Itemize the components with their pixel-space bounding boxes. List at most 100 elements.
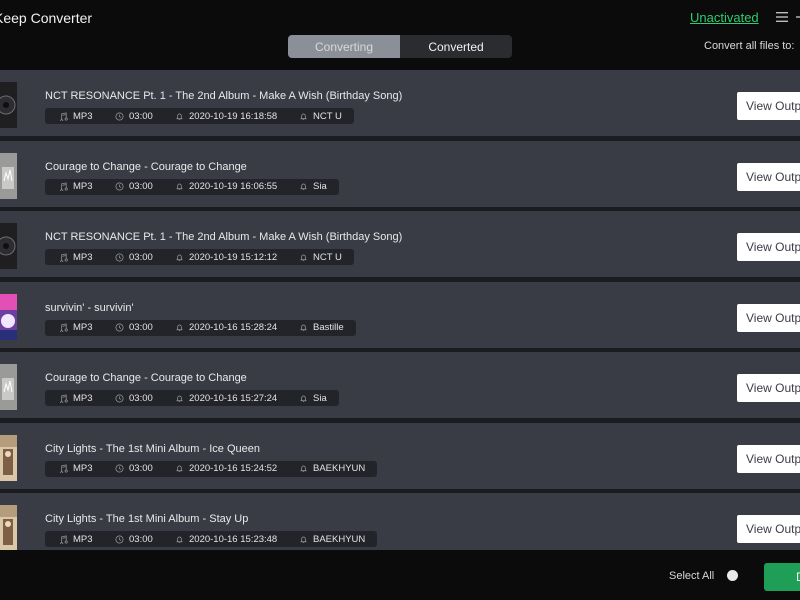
bell-icon [176, 254, 183, 261]
track-meta: MP3 03:00 2020-10-16 15:23:48 BAEKHYUN [45, 531, 378, 547]
music-note-icon [60, 393, 68, 403]
clock-icon [115, 253, 124, 261]
select-all-radio[interactable] [727, 570, 738, 581]
clock-icon [115, 535, 124, 543]
app-title: Keep Converter [0, 10, 93, 26]
view-output-button[interactable]: View Output [737, 303, 800, 332]
header: Keep Converter Unactivated Converting Co… [0, 0, 800, 66]
bell-icon [300, 113, 307, 120]
bell-icon [176, 113, 183, 120]
bell-icon [300, 536, 307, 543]
clock-icon [115, 182, 124, 191]
footer: Select All Delete [0, 550, 800, 600]
bell-icon [176, 465, 183, 472]
track-meta: MP3 03:00 2020-10-19 16:18:58 NCT U [45, 108, 354, 124]
clock-icon [115, 112, 124, 120]
list-item: City Lights - The 1st Mini Album - Ice Q… [0, 422, 800, 489]
minimize-icon[interactable] [796, 10, 800, 24]
duration-label: 03:00 [129, 181, 153, 192]
music-note-icon [60, 182, 68, 191]
duration-label: 03:00 [129, 322, 153, 333]
select-all-label: Select All [669, 570, 715, 582]
music-note-icon [60, 464, 68, 473]
tab-converted[interactable]: Converted [400, 35, 512, 58]
duration-label: 03:00 [129, 110, 153, 122]
clock-icon [115, 464, 124, 473]
view-output-button[interactable]: View Output [737, 374, 800, 402]
format-label: MP3 [73, 322, 93, 333]
view-output-button[interactable]: View Output [737, 162, 800, 191]
clock-icon [115, 394, 124, 402]
unactivated-link[interactable]: Unactivated [690, 10, 759, 25]
track-title: NCT RESONANCE Pt. 1 - The 2nd Album - Ma… [45, 231, 403, 243]
duration-label: 03:00 [129, 251, 153, 263]
delete-button[interactable]: Delete [764, 563, 800, 591]
view-output-button[interactable]: View Output [737, 444, 800, 473]
album-art [0, 152, 17, 199]
artist-label: NCT U [313, 251, 342, 263]
view-output-button[interactable]: View Output [737, 515, 800, 543]
album-art [0, 293, 17, 340]
format-label: MP3 [73, 533, 93, 545]
track-title: City Lights - The 1st Mini Album - Stay … [45, 513, 249, 525]
album-art [0, 223, 17, 269]
artist-label: Sia [313, 392, 327, 404]
converted-list[interactable]: NCT RESONANCE Pt. 1 - The 2nd Album - Ma… [0, 70, 800, 550]
track-meta: MP3 03:00 2020-10-16 15:28:24 Bastille [45, 319, 356, 336]
format-label: MP3 [73, 251, 93, 263]
date-label: 2020-10-16 15:27:24 [189, 392, 278, 404]
bell-icon [176, 536, 183, 543]
artist-label: Sia [313, 181, 327, 192]
view-output-button[interactable]: View Output [737, 233, 800, 261]
format-label: MP3 [73, 392, 93, 404]
bell-icon [300, 465, 307, 472]
view-output-button[interactable]: View Output [737, 92, 800, 120]
track-title: Courage to Change - Courage to Change [45, 372, 247, 384]
date-label: 2020-10-19 16:06:55 [189, 181, 278, 192]
track-title: NCT RESONANCE Pt. 1 - The 2nd Album - Ma… [45, 90, 403, 102]
list-item: Courage to Change - Courage to Change MP… [0, 352, 800, 418]
duration-label: 03:00 [129, 463, 153, 474]
date-label: 2020-10-16 15:24:52 [189, 463, 278, 474]
duration-label: 03:00 [129, 533, 153, 545]
track-meta: MP3 03:00 2020-10-19 15:12:12 NCT U [45, 249, 354, 265]
date-label: 2020-10-19 16:18:58 [189, 110, 278, 122]
duration-label: 03:00 [129, 392, 153, 404]
album-art [0, 505, 17, 550]
convert-all-label: Convert all files to: [704, 40, 795, 52]
bell-icon [176, 183, 183, 190]
bell-icon [300, 395, 307, 402]
hamburger-menu-icon[interactable] [775, 10, 789, 24]
bell-icon [300, 324, 307, 331]
artist-label: Bastille [313, 322, 344, 333]
list-item: NCT RESONANCE Pt. 1 - The 2nd Album - Ma… [0, 70, 800, 136]
music-note-icon [60, 252, 68, 262]
bell-icon [176, 395, 183, 402]
clock-icon [115, 323, 124, 332]
tab-converting[interactable]: Converting [288, 35, 400, 58]
date-label: 2020-10-16 15:28:24 [189, 322, 278, 333]
list-item: City Lights - The 1st Mini Album - Stay … [0, 493, 800, 550]
app-window: Keep Converter Unactivated Converting Co… [0, 0, 800, 600]
album-art [0, 82, 17, 128]
tab-bar: Converting Converted [288, 35, 512, 58]
bell-icon [176, 324, 183, 331]
track-title: survivin' - survivin' [45, 301, 134, 314]
track-title: Courage to Change - Courage to Change [45, 160, 247, 173]
format-label: MP3 [73, 110, 93, 122]
artist-label: NCT U [313, 110, 342, 122]
list-item: Courage to Change - Courage to Change MP… [0, 140, 800, 207]
date-label: 2020-10-16 15:23:48 [189, 533, 278, 545]
format-label: MP3 [73, 463, 93, 474]
list-item: NCT RESONANCE Pt. 1 - The 2nd Album - Ma… [0, 211, 800, 277]
list-item: survivin' - survivin' MP3 03:00 2020-10-… [0, 281, 800, 348]
music-note-icon [60, 111, 68, 121]
format-label: MP3 [73, 181, 93, 192]
music-note-icon [60, 323, 68, 332]
track-meta: MP3 03:00 2020-10-16 15:24:52 BAEKHYUN [45, 460, 378, 477]
album-art [0, 364, 17, 410]
artist-label: BAEKHYUN [313, 533, 366, 545]
artist-label: BAEKHYUN [313, 463, 366, 474]
date-label: 2020-10-19 15:12:12 [189, 251, 278, 263]
bell-icon [300, 183, 307, 190]
